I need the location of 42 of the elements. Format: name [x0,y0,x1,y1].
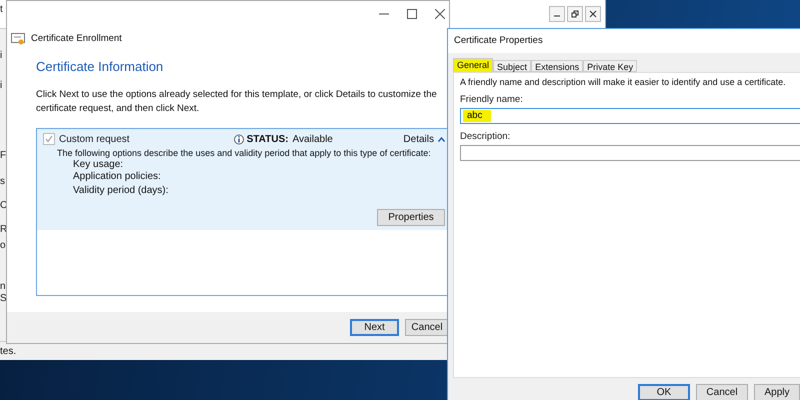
template-name: Custom request [59,134,130,145]
restore-icon[interactable] [567,6,583,22]
cut-text: i [0,80,2,91]
window-title: Certificate Enrollment [31,33,122,44]
cancel-button[interactable]: Cancel [696,384,748,400]
tab[interactable]: General [453,58,494,72]
next-button[interactable]: Next [350,319,399,336]
status-label: STATUS: [246,134,288,145]
status-value: Available [292,134,333,145]
intro-text: A friendly name and description will make it easier to identify and use a certificate. [460,76,787,87]
tab[interactable]: Private Key [583,60,638,72]
field-label: Validity period (days): [73,185,170,196]
dialog-title: Certificate Properties [454,35,543,46]
tab[interactable]: Extensions [531,60,584,72]
tab[interactable]: Subject [493,60,532,72]
ok-button[interactable]: OK [638,384,690,400]
field-label: Key usage: [73,159,124,170]
description-text: The following options describe the uses and validity period that apply to this type of certificate: [57,148,432,158]
cut-text: F [0,150,6,161]
instructions-text: Click Next to use the options already selected for this template, or click Details to customize the certificate request, and then click Next. [36,88,438,116]
cut-text: n [0,281,6,292]
field-label: Description: [460,130,512,142]
page-heading: Certificate Information [36,59,164,74]
cut-text: i [0,50,2,61]
cancel-button[interactable]: Cancel [405,319,449,336]
minimize-icon[interactable] [549,6,565,22]
cut-text: o [0,240,6,251]
field-label: Application policies: [73,171,162,182]
cut-text: t [0,4,3,15]
friendly-name-field[interactable]: abc [460,108,800,124]
status-text: tes. [0,346,16,356]
close-icon[interactable] [435,9,445,20]
maximize-icon[interactable] [407,9,417,20]
close-icon[interactable] [585,6,601,22]
apply-button[interactable]: Apply [754,384,800,400]
certificate-icon [11,32,25,45]
description-field[interactable] [460,144,800,161]
info-icon [234,134,244,145]
field-label: Friendly name: [460,94,524,105]
cut-text: s [0,176,5,187]
cut-text: S [0,293,7,304]
caret-icon [438,136,445,142]
